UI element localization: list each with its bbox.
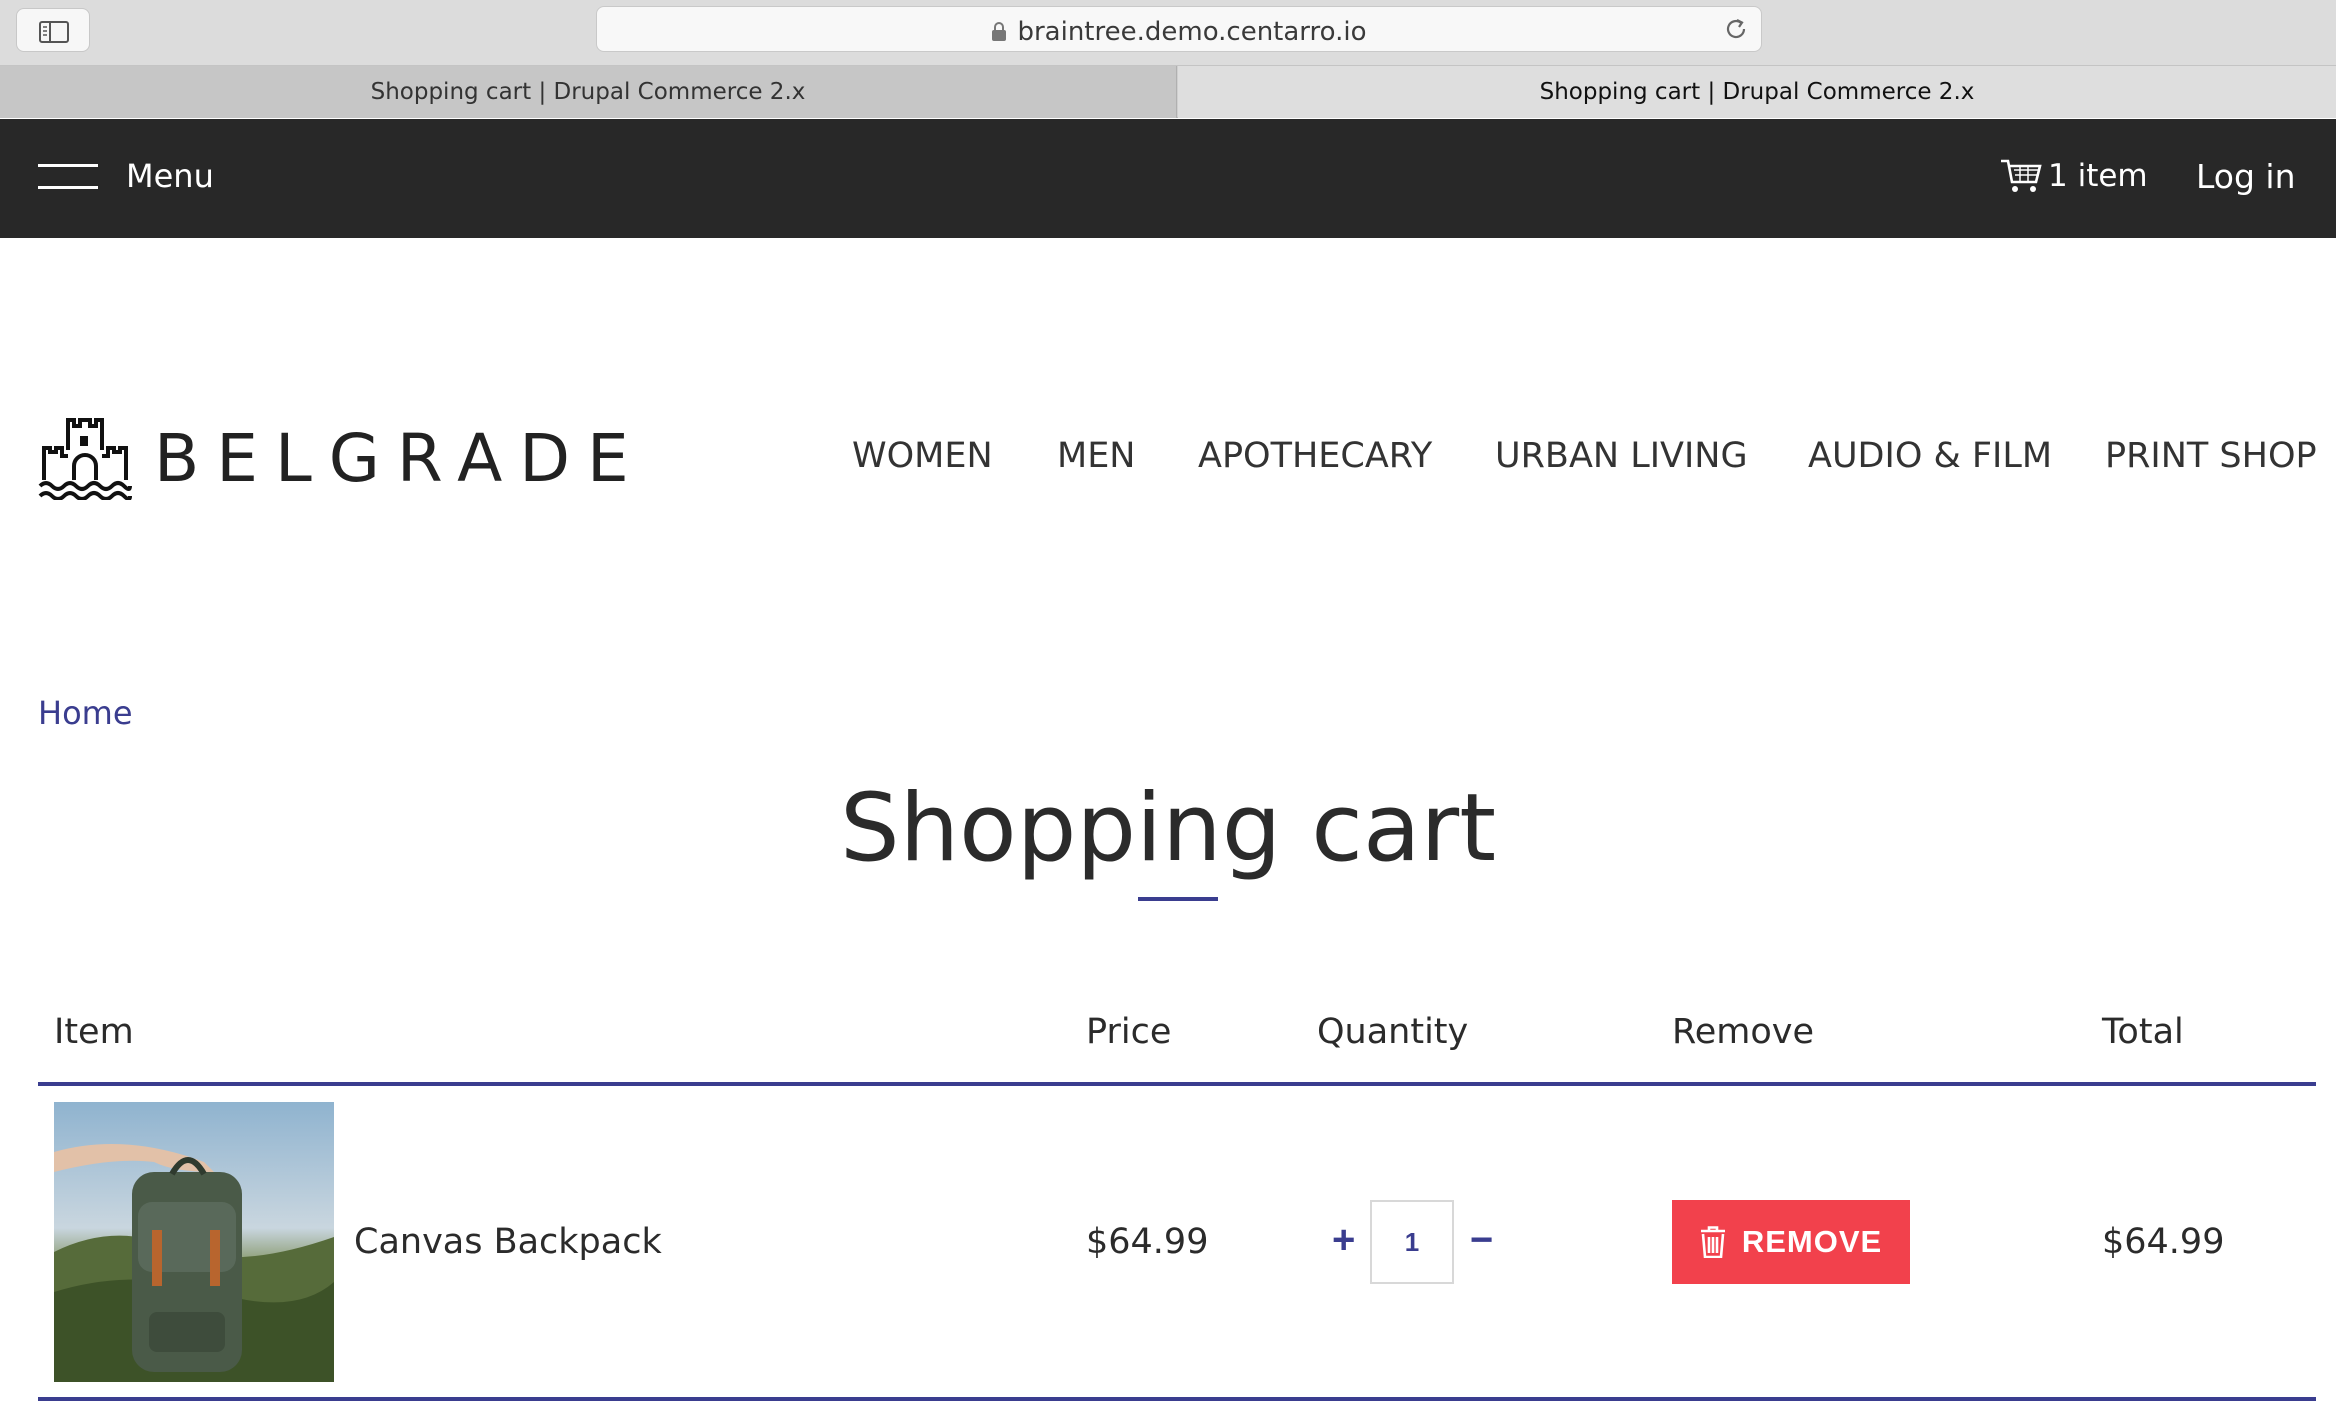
address-bar[interactable]: braintree.demo.centarro.io: [596, 6, 1762, 52]
nav-item-print-shop[interactable]: PRINT SHOP: [2105, 436, 2317, 476]
shopping-cart-icon: [2001, 159, 2042, 192]
menu-button[interactable]: Menu: [126, 157, 214, 195]
product-image[interactable]: [54, 1102, 334, 1382]
quantity-increase-button[interactable]: +: [1332, 1218, 1355, 1262]
browser-tab-1[interactable]: Shopping cart | Drupal Commerce 2.x: [0, 66, 1177, 118]
title-underline: [1138, 897, 1218, 901]
row-divider: [38, 1397, 2316, 1401]
url-text: braintree.demo.centarro.io: [1017, 17, 1367, 47]
lock-icon: [992, 22, 1007, 41]
column-header-total: Total: [2102, 1012, 2184, 1052]
quantity-decrease-button[interactable]: −: [1470, 1218, 1493, 1262]
cart-count: 1 item: [2048, 158, 2148, 194]
reload-icon[interactable]: [1723, 16, 1749, 42]
product-price: $64.99: [1086, 1222, 1209, 1262]
header-divider: [38, 1082, 2316, 1086]
hamburger-menu-icon[interactable]: [38, 164, 98, 190]
nav-item-men[interactable]: MEN: [1057, 436, 1136, 476]
browser-tab-2[interactable]: Shopping cart | Drupal Commerce 2.x: [1178, 66, 2336, 118]
line-total: $64.99: [2102, 1222, 2225, 1262]
product-name-link[interactable]: Canvas Backpack: [354, 1222, 662, 1262]
nav-item-urban-living[interactable]: URBAN LIVING: [1495, 436, 1748, 476]
site-top-bar: Menu 1 item Log in: [0, 119, 2336, 238]
browser-toolbar: braintree.demo.centarro.io: [0, 0, 2336, 66]
quantity-input[interactable]: 1: [1370, 1200, 1454, 1284]
remove-button[interactable]: REMOVE: [1672, 1200, 1910, 1284]
column-header-item: Item: [54, 1012, 134, 1052]
trash-icon: [1700, 1226, 1725, 1258]
sidebar-toggle-button[interactable]: [16, 8, 90, 52]
login-link[interactable]: Log in: [2196, 157, 2296, 196]
nav-item-audio-film[interactable]: AUDIO & FILM: [1808, 436, 2052, 476]
column-header-price: Price: [1086, 1012, 1172, 1052]
nav-item-women[interactable]: WOMEN: [852, 436, 993, 476]
cart-link[interactable]: 1 item: [2000, 155, 2148, 197]
column-header-quantity: Quantity: [1317, 1012, 1469, 1052]
page-title: Shopping cart: [839, 774, 1497, 883]
nav-item-apothecary[interactable]: APOTHECARY: [1198, 436, 1432, 476]
sidebar-icon: [39, 21, 69, 43]
column-header-remove: Remove: [1672, 1012, 1815, 1052]
breadcrumb-home-link[interactable]: Home: [38, 694, 133, 732]
remove-button-label: REMOVE: [1741, 1224, 1883, 1259]
main-nav: WOMEN MEN APOTHECARY URBAN LIVING AUDIO …: [0, 436, 2336, 486]
tab-bar: Shopping cart | Drupal Commerce 2.x Shop…: [0, 66, 2336, 118]
